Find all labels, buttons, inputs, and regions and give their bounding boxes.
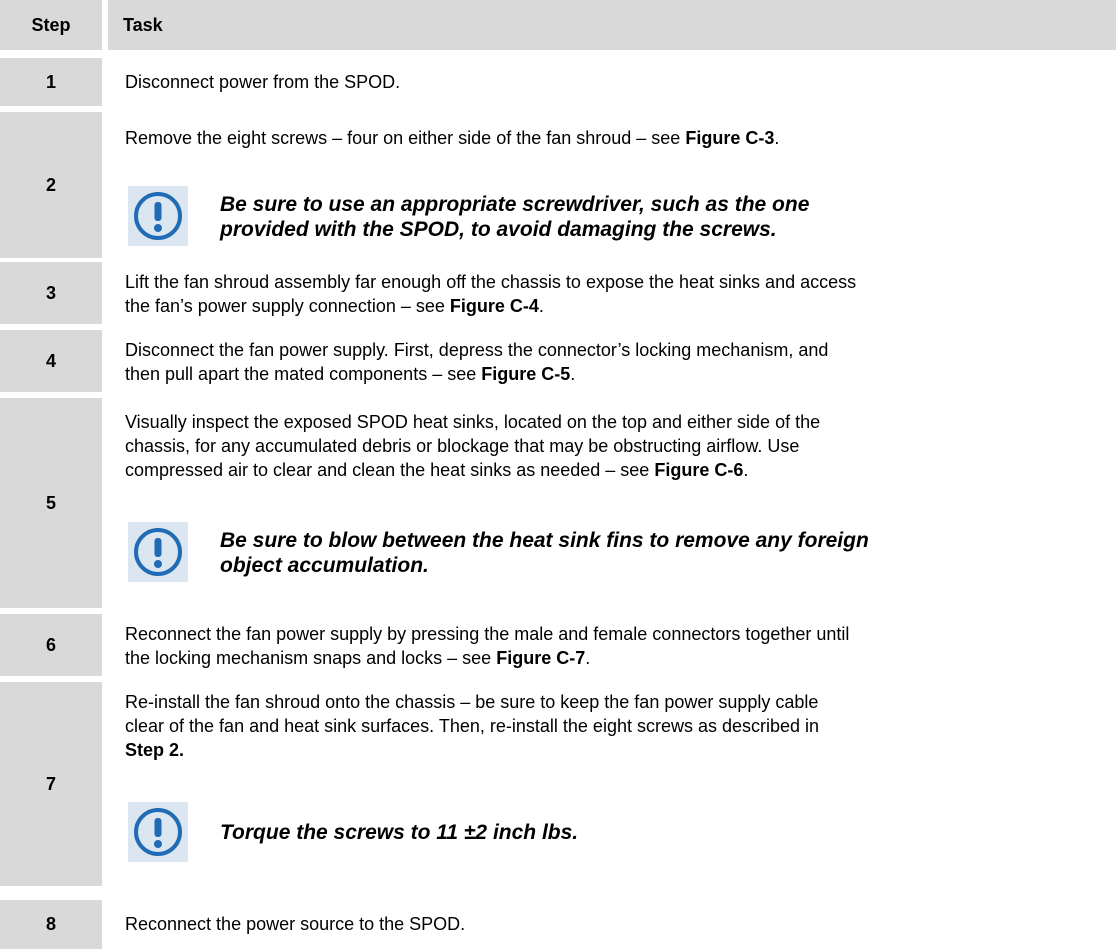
task-text: Visually inspect the exposed SPOD heat s… bbox=[125, 412, 821, 480]
task-cell: Re-install the fan shroud onto the chass… bbox=[110, 682, 1116, 886]
figure-reference: Figure C-5 bbox=[481, 364, 571, 384]
step-number: 2 bbox=[0, 112, 102, 258]
table-row-step-1: 1 Disconnect power from the SPOD. bbox=[0, 58, 1116, 106]
task-cell: Remove the eight screws – four on either… bbox=[110, 112, 1116, 258]
task-text: Lift the fan shroud assembly far enough … bbox=[125, 272, 857, 316]
task-text: Reconnect the fan power supply by pressi… bbox=[125, 624, 850, 668]
table-row-step-8: 8 Reconnect the power source to the SPOD… bbox=[0, 900, 1116, 949]
caution-exclamation-icon bbox=[128, 522, 188, 582]
step-number: 6 bbox=[0, 614, 102, 676]
caution-exclamation-icon bbox=[128, 186, 188, 246]
task-text: Remove the eight screws – four on either… bbox=[125, 128, 780, 148]
caution-note: Torque the screws to 11 ±2 inch lbs. bbox=[220, 821, 579, 844]
table-row-step-6: 6 Reconnect the fan power supply by pres… bbox=[0, 614, 1116, 676]
caution-exclamation-icon bbox=[128, 802, 188, 862]
figure-reference: Figure C-6 bbox=[654, 460, 744, 480]
task-cell: Reconnect the fan power supply by pressi… bbox=[110, 614, 1116, 676]
step-number: 1 bbox=[0, 58, 102, 106]
table-row-step-5: 5 Visually inspect the exposed SPOD heat… bbox=[0, 398, 1116, 608]
table-row-step-3: 3 Lift the fan shroud assembly far enoug… bbox=[0, 262, 1116, 324]
task-cell: Lift the fan shroud assembly far enough … bbox=[110, 262, 1116, 324]
step-number: 4 bbox=[0, 330, 102, 392]
table-row-step-2: 2 Remove the eight screws – four on eith… bbox=[0, 112, 1116, 258]
step-number: 8 bbox=[0, 900, 102, 949]
task-cell: Disconnect the fan power supply. First, … bbox=[110, 330, 1116, 392]
task-text: Reconnect the power source to the SPOD. bbox=[125, 914, 466, 934]
caution-note: Be sure to use an appropriate screwdrive… bbox=[220, 193, 810, 241]
header-task: Task bbox=[108, 0, 1116, 50]
figure-reference: Figure C-3 bbox=[685, 128, 775, 148]
step-number: 3 bbox=[0, 262, 102, 324]
task-cell: Visually inspect the exposed SPOD heat s… bbox=[110, 398, 1116, 608]
table-header-row: Step Task bbox=[0, 0, 1116, 50]
task-text: Re-install the fan shroud onto the chass… bbox=[125, 692, 820, 760]
task-cell: Disconnect power from the SPOD. bbox=[110, 58, 1116, 106]
table-row-step-7: 7 Re-install the fan shroud onto the cha… bbox=[0, 682, 1116, 886]
table-row-step-4: 4 Disconnect the fan power supply. First… bbox=[0, 330, 1116, 392]
task-cell: Reconnect the power source to the SPOD. bbox=[110, 900, 1116, 949]
figure-reference: Figure C-4 bbox=[449, 296, 539, 316]
step-number: 7 bbox=[0, 682, 102, 886]
task-text: Disconnect power from the SPOD. bbox=[125, 72, 401, 92]
procedure-table: Step Task 1 Disconnect power from the SP… bbox=[0, 0, 1116, 949]
step-reference: Step 2. bbox=[125, 740, 185, 760]
step-number: 5 bbox=[0, 398, 102, 608]
header-step: Step bbox=[0, 0, 102, 50]
figure-reference: Figure C-7 bbox=[496, 648, 586, 668]
task-text: Disconnect the fan power supply. First, … bbox=[125, 340, 829, 384]
caution-note: Be sure to blow between the heat sink fi… bbox=[220, 529, 869, 577]
